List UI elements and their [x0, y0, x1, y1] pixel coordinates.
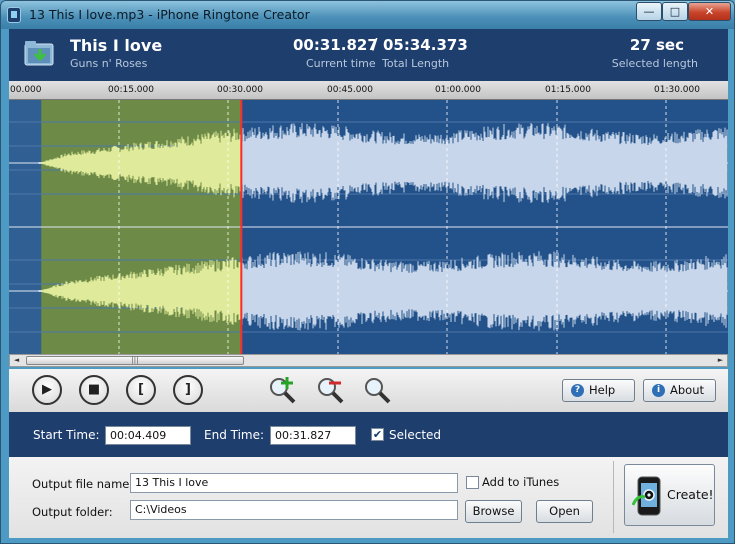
total-length-value: 05:34.373: [383, 36, 468, 54]
scroll-thumb[interactable]: |||: [26, 356, 244, 365]
scroll-right-icon[interactable]: ►: [714, 355, 727, 366]
title-bar[interactable]: 13 This I love.mp3 - iPhone Ringtone Cre…: [1, 1, 734, 29]
song-artist: Guns n' Roses: [70, 57, 148, 70]
help-button[interactable]: ? Help: [562, 379, 635, 402]
window-title: 13 This I love.mp3 - iPhone Ringtone Cre…: [29, 7, 310, 22]
maximize-button[interactable]: □: [662, 2, 688, 21]
panel-divider: [613, 461, 614, 533]
ruler-tick-label: 00.000: [10, 85, 42, 95]
open-button[interactable]: Open: [536, 500, 593, 523]
selected-length-label: Selected length: [611, 57, 698, 70]
add-to-itunes-label: Add to iTunes: [482, 475, 560, 489]
about-button[interactable]: i About: [643, 379, 716, 402]
play-button[interactable]: ▶: [32, 375, 62, 405]
mark-start-button[interactable]: [: [126, 375, 156, 405]
playback-toolbar: ▶ ■ [ ] ? Help i About: [9, 369, 728, 412]
zoom-fit-icon[interactable]: [362, 375, 392, 405]
bracket-left-icon: [: [138, 382, 144, 397]
output-folder-input[interactable]: C:\Videos: [130, 500, 458, 520]
selected-length-value: 27 sec: [629, 36, 684, 54]
time-ruler[interactable]: 00.000 00:15.000 00:30.000 00:45.000 01:…: [9, 81, 728, 100]
create-label: Create!: [667, 487, 714, 502]
zoom-in-icon[interactable]: [267, 375, 297, 405]
start-time-input[interactable]: 00:04.409: [105, 426, 191, 445]
ruler-tick-label: 01:15.000: [545, 85, 591, 95]
end-time-label: End Time:: [204, 428, 265, 442]
ruler-tick-label: 01:30.000: [654, 85, 700, 95]
phone-ringtone-icon: [632, 476, 661, 516]
ruler-tick-label: 00:30.000: [217, 85, 263, 95]
track-header: This I love Guns n' Roses 00:31.827 / 05…: [9, 29, 728, 81]
play-icon: ▶: [42, 382, 52, 397]
song-title: This I love: [70, 36, 163, 55]
app-window: 13 This I love.mp3 - iPhone Ringtone Cre…: [0, 0, 735, 544]
output-folder-label: Output folder:: [32, 505, 113, 519]
stop-button[interactable]: ■: [79, 375, 109, 405]
bracket-right-icon: ]: [185, 382, 191, 397]
ruler-tick-label: 01:00.000: [435, 85, 481, 95]
current-time-label: Current time: [306, 57, 376, 70]
output-panel: Output file name: 13 This I love Add to …: [9, 457, 728, 538]
selection-time-bar: Start Time: 00:04.409 End Time: 00:31.82…: [9, 412, 728, 457]
scroll-left-icon[interactable]: ◄: [10, 355, 23, 366]
open-folder-icon[interactable]: [24, 39, 56, 67]
ruler-tick-label: 00:45.000: [327, 85, 373, 95]
about-label: About: [670, 383, 705, 397]
total-length-label: Total Length: [382, 57, 450, 70]
help-icon: ?: [571, 384, 584, 397]
app-icon: [7, 7, 21, 23]
waveform-canvas[interactable]: [9, 100, 728, 354]
output-file-name-input[interactable]: 13 This I love: [130, 473, 458, 493]
ruler-tick-label: 00:15.000: [108, 85, 154, 95]
help-label: Help: [589, 383, 616, 397]
zoom-out-icon[interactable]: [315, 375, 345, 405]
add-to-itunes-checkbox[interactable]: [466, 476, 479, 489]
output-file-name-label: Output file name:: [32, 477, 134, 491]
waveform-view[interactable]: [9, 100, 728, 354]
mark-end-button[interactable]: ]: [173, 375, 203, 405]
start-time-label: Start Time:: [33, 428, 100, 442]
minimize-button[interactable]: —: [636, 2, 662, 21]
browse-button[interactable]: Browse: [465, 500, 522, 523]
selected-label: Selected: [389, 428, 442, 442]
time-separator: /: [372, 35, 378, 53]
end-time-input[interactable]: 00:31.827: [270, 426, 356, 445]
waveform-scrollbar[interactable]: ◄ ||| ►: [9, 354, 728, 367]
close-button[interactable]: ✕: [688, 2, 731, 21]
about-icon: i: [652, 384, 665, 397]
current-time-value: 00:31.827: [293, 36, 378, 54]
selected-checkbox[interactable]: ✔: [371, 428, 384, 441]
create-button[interactable]: Create!: [624, 464, 715, 526]
stop-icon: ■: [87, 382, 101, 397]
